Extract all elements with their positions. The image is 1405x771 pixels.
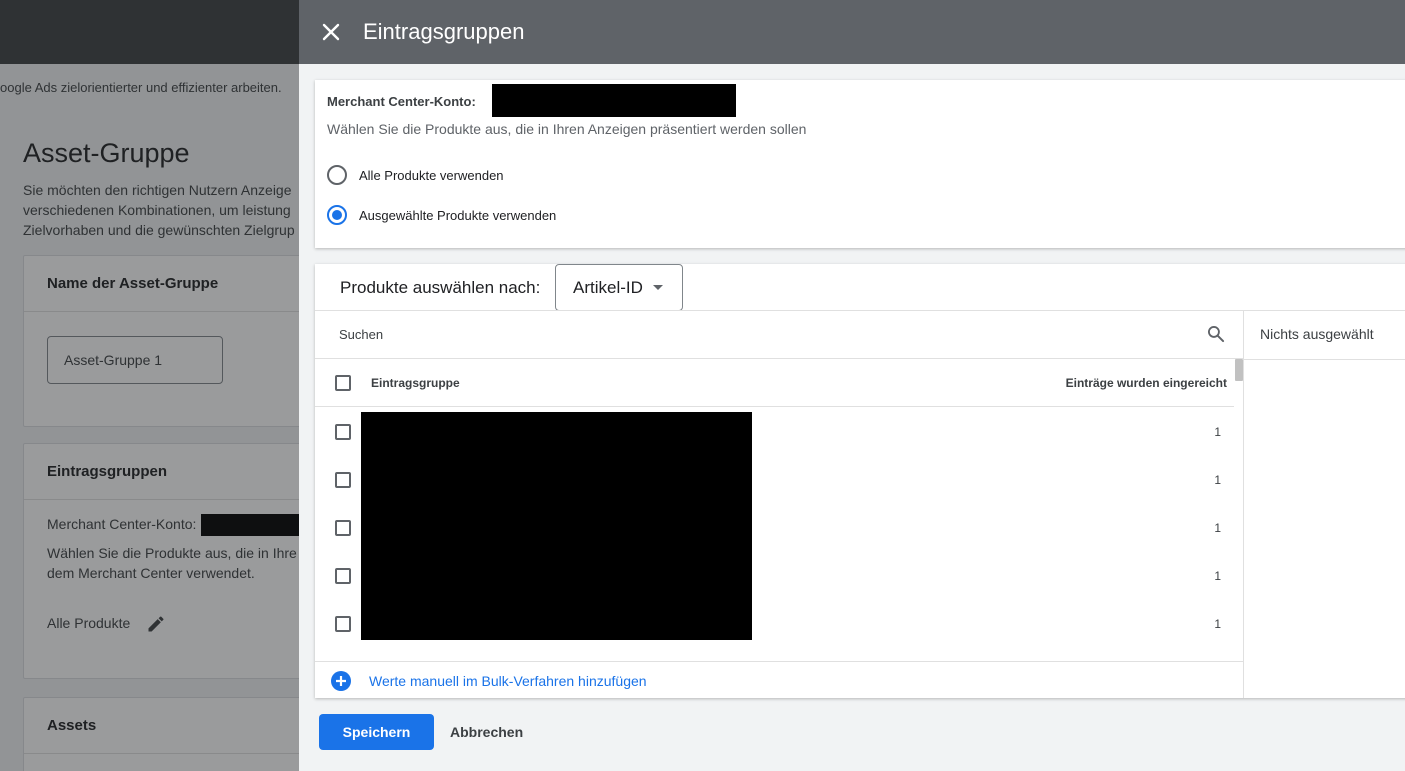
bulk-add-label: Werte manuell im Bulk-Verfahren hinzufüg…: [369, 672, 647, 689]
radio-all-products[interactable]: Alle Produkte verwenden: [327, 165, 504, 185]
radio-label: Alle Produkte verwenden: [359, 167, 504, 183]
product-scope-card: Merchant Center-Konto: Wählen Sie die Pr…: [315, 80, 1405, 248]
row-count: 1: [1214, 617, 1221, 631]
row-count: 1: [1214, 473, 1221, 487]
drawer-header: Eintragsgruppen: [299, 0, 1405, 64]
redacted-listing-group-names: [361, 412, 752, 640]
close-icon: [322, 23, 340, 41]
add-circle-icon: [331, 670, 351, 691]
selected-items-panel: Nichts ausgewählt: [1244, 310, 1405, 698]
select-by-value: Artikel-ID: [573, 277, 643, 297]
search-bar: [315, 311, 1243, 359]
nothing-selected-text: Nichts ausgewählt: [1260, 326, 1374, 342]
select-all-checkbox[interactable]: [335, 375, 351, 391]
radio-label: Ausgewählte Produkte verwenden: [359, 207, 557, 223]
column-header-submitted-items: Einträge wurden eingereicht: [1065, 376, 1227, 390]
search-input[interactable]: [339, 321, 1159, 347]
radio-selected-products[interactable]: Ausgewählte Produkte verwenden: [327, 205, 556, 225]
select-by-label: Produkte auswählen nach:: [340, 278, 541, 297]
close-button[interactable]: [299, 0, 363, 64]
row-checkbox[interactable]: [335, 424, 351, 440]
select-by-dropdown[interactable]: Artikel-ID: [555, 264, 683, 311]
cancel-button[interactable]: Abbrechen: [446, 714, 527, 750]
search-icon[interactable]: [1206, 324, 1226, 344]
divider: [1244, 359, 1405, 360]
radio-button[interactable]: [327, 165, 347, 185]
row-checkbox[interactable]: [335, 472, 351, 488]
row-count: 1: [1214, 521, 1221, 535]
radio-button-checked[interactable]: [327, 205, 347, 225]
scope-description: Wählen Sie die Produkte aus, die in Ihre…: [327, 121, 807, 137]
product-selector-card: Produkte auswählen nach: Artikel-ID Eint…: [315, 264, 1405, 698]
listing-groups-drawer: Eintragsgruppen Merchant Center-Konto: W…: [299, 0, 1405, 771]
scrollbar-thumb[interactable]: [1235, 359, 1243, 381]
row-checkbox[interactable]: [335, 520, 351, 536]
row-count: 1: [1214, 425, 1221, 439]
row-checkbox[interactable]: [335, 616, 351, 632]
save-button[interactable]: Speichern: [319, 714, 434, 750]
row-checkbox[interactable]: [335, 568, 351, 584]
chevron-down-icon: [652, 285, 663, 290]
drawer-title: Eintragsgruppen: [363, 19, 525, 44]
table-header: Eintragsgruppe Einträge wurden eingereic…: [315, 359, 1234, 407]
merchant-center-label: Merchant Center-Konto:: [327, 94, 476, 109]
row-count: 1: [1214, 569, 1221, 583]
bulk-add-link[interactable]: Werte manuell im Bulk-Verfahren hinzufüg…: [315, 661, 1243, 699]
listing-group-table: Eintragsgruppe Einträge wurden eingereic…: [315, 310, 1244, 698]
column-header-listing-group: Eintragsgruppe: [371, 376, 460, 390]
redacted-merchant-id: [492, 84, 736, 117]
